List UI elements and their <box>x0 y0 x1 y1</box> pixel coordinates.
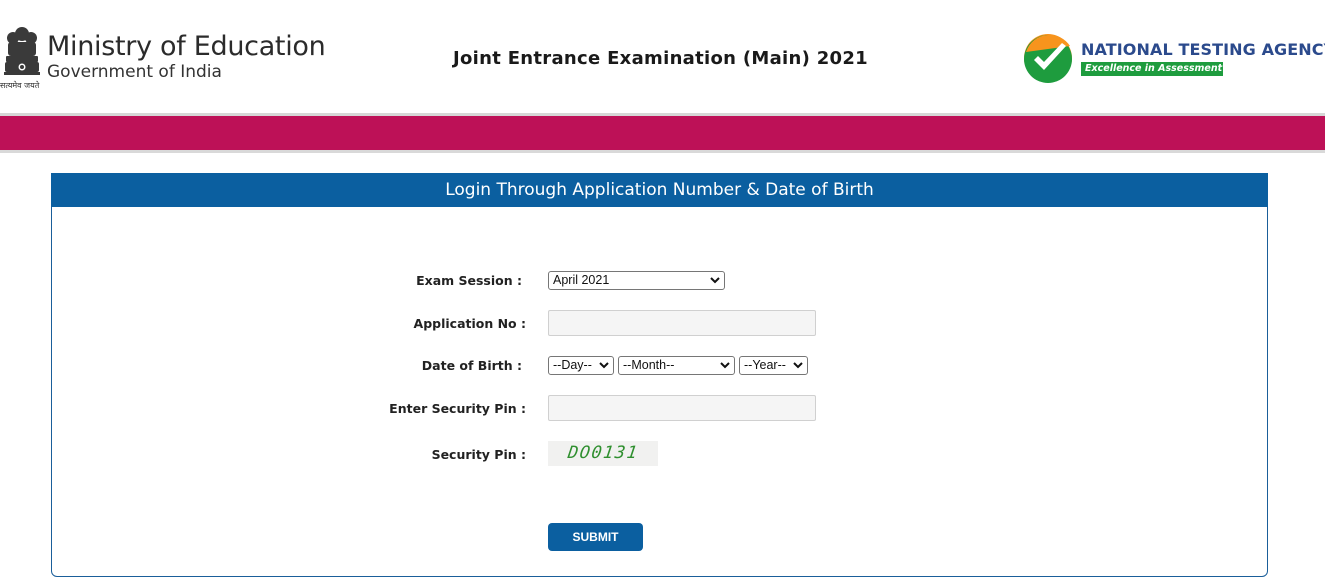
security-pin-label: Security Pin : <box>431 447 526 462</box>
login-panel-title: Login Through Application Number & Date … <box>51 173 1268 207</box>
dob-label: Date of Birth : <box>421 358 522 373</box>
agency-name: NATIONAL TESTING AGENCY <box>1081 40 1325 59</box>
nta-check-logo-icon <box>1024 34 1072 83</box>
chevron-down-icon <box>793 362 803 369</box>
dob-day-select[interactable]: --Day-- <box>548 356 614 375</box>
dob-year-select[interactable]: --Year-- <box>739 356 808 375</box>
application-no-label: Application No : <box>413 316 526 331</box>
chevron-down-icon <box>720 362 730 369</box>
exam-title-text: Joint Entrance Examination (Main) 2021 <box>452 48 869 69</box>
application-no-input[interactable] <box>548 310 816 336</box>
dob-day-value: --Day-- <box>553 358 592 372</box>
security-pin-input-label: Enter Security Pin : <box>389 401 526 416</box>
login-panel: Login Through Application Number & Date … <box>51 173 1268 577</box>
exam-session-label: Exam Session : <box>416 273 522 288</box>
exam-session-select[interactable]: April 2021 <box>548 271 725 290</box>
dob-month-select[interactable]: --Month-- <box>618 356 735 375</box>
security-pin-input[interactable] <box>548 395 816 421</box>
band-divider <box>0 150 1325 153</box>
dob-month-value: --Month-- <box>623 358 675 372</box>
dob-year-value: --Year-- <box>744 358 786 372</box>
color-band <box>0 116 1325 150</box>
exam-session-value: April 2021 <box>553 273 610 287</box>
agency-tagline: Excellence in Assessment <box>1081 62 1223 76</box>
chevron-down-icon <box>710 277 720 284</box>
page-header: सत्यमेव जयते Ministry of Education Gover… <box>0 0 1325 113</box>
emblem-motto: सत्यमेव जयते <box>0 81 40 90</box>
submit-button[interactable]: SUBMIT <box>548 523 643 551</box>
chevron-down-icon <box>599 362 609 369</box>
captcha-image: DO0131 <box>548 441 658 466</box>
captcha-text: DO0131 <box>566 443 640 463</box>
